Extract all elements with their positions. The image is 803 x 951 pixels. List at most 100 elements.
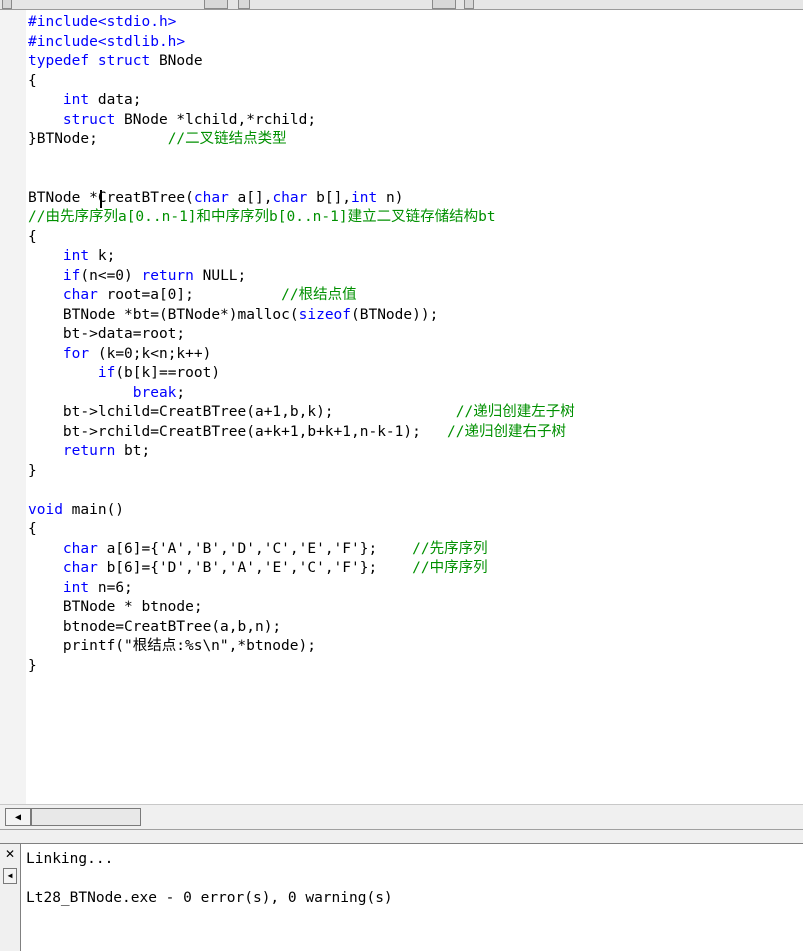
scroll-left-button[interactable]: ◀ [5,808,31,826]
code-line: btnode=CreatBTree(a,b,n); [28,618,575,638]
code-token: bt->data=root; [28,326,186,342]
code-token: } [28,462,37,479]
code-line: //由先序序列a[0..n-1]和中序序列b[0..n-1]建立二叉链存储结构b… [28,208,575,228]
close-icon[interactable]: ✕ [3,847,17,861]
code-line: int data; [28,91,575,111]
code-token: }BTNode; [28,131,168,147]
code-line: char root=a[0]; //根结点值 [28,286,575,306]
editor-gutter [0,10,26,804]
code-token: ; [176,384,186,401]
code-line: if(b[k]==root) [28,364,575,384]
code-line: { [28,72,575,92]
code-keyword: int [62,248,90,264]
code-line: return bt; [28,442,575,462]
code-line: }BTNode; //二叉链结点类型 [28,130,575,150]
build-output-text: Linking... Lt28_BTNode.exe - 0 error(s), … [26,850,393,909]
toolbar-button[interactable] [204,0,228,9]
code-keyword: for [62,345,90,362]
code-token: n=6; [89,579,133,596]
code-line: break; [28,384,575,404]
scrollbar-thumb[interactable] [31,808,141,826]
code-token: n) [377,189,404,206]
code-keyword: char [62,540,98,557]
code-line: if(n<=0) return NULL; [28,267,575,287]
code-line: bt->lchild=CreatBTree(a+1,b,k); //递归创建左子… [28,403,575,423]
code-line: for (k=0;k<n;k++) [28,345,575,365]
code-keyword: #include<stdlib.h> [28,33,186,50]
code-line: printf("根结点:%s\n",*btnode); [28,637,575,657]
code-keyword: int [351,189,378,206]
code-token: bt; [115,443,151,459]
code-text[interactable]: #include<stdio.h> #include<stdlib.h> typed… [28,13,575,676]
code-line: BTNode * btnode; [28,598,575,618]
code-token: BTNode * btnode; [28,599,203,615]
code-line: #include<stdio.h> [28,13,575,33]
code-line: } [28,462,575,482]
code-token: NULL; [193,267,247,284]
code-line: } [28,657,575,677]
code-line: BTNode *bt=(BTNode*)malloc(sizeof(BTNode… [28,306,575,326]
code-token: (k=0;k<n;k++) [89,345,212,362]
code-comment: //根结点值 [281,287,357,303]
code-line: struct BNode *lchild,*rchild; [28,111,575,131]
code-keyword: break [132,384,177,401]
code-line: typedef struct BNode [28,52,575,72]
code-editor[interactable]: #include<stdio.h> #include<stdlib.h> typed… [0,10,803,804]
code-line: char a[6]={'A','B','D','C','E','F'}; //先… [28,540,575,560]
code-token: data; [89,92,142,108]
code-token: (n<=0) [80,267,142,284]
code-token: a[6]={'A','B','D','C','E','F'}; [97,540,413,557]
code-keyword: if [62,267,81,284]
output-scroll-button[interactable]: ◀ [3,868,17,884]
code-keyword: return [62,443,116,459]
code-keyword: char [193,189,229,206]
code-line: void main() [28,501,575,521]
text-cursor [100,190,102,208]
code-token: (b[k]==root) [115,365,221,381]
code-token: { [28,228,37,245]
code-token: BNode *lchild,*rchild; [115,111,317,128]
code-line: char b[6]={'D','B','A','E','C','F'}; //中… [28,559,575,579]
code-keyword: char [272,189,308,206]
code-token: BNode [150,53,203,69]
code-keyword: int [62,579,90,596]
code-keyword: struct [62,111,116,128]
top-toolbar-strip [0,0,803,10]
arrow-left-icon: ◀ [14,811,22,823]
code-token: bt->rchild=CreatBTree(a+k+1,b+k+1,n-k-1)… [28,423,448,440]
code-keyword: char [62,287,98,303]
code-comment: //递归创建左子树 [455,404,575,420]
toolbar-button[interactable] [464,0,474,9]
toolbar-button[interactable] [432,0,456,9]
output-line: Linking... [26,851,114,867]
toolbar-button[interactable] [238,0,250,9]
pane-splitter[interactable] [0,829,803,844]
toolbar-button[interactable] [2,0,12,9]
code-token: bt->lchild=CreatBTree(a+1,b,k); [28,404,456,420]
horizontal-scrollbar[interactable]: ◀ [0,804,803,829]
code-keyword: int [62,92,90,108]
code-line: bt->rchild=CreatBTree(a+k+1,b+k+1,n-k-1)… [28,423,575,443]
code-keyword: char [62,560,98,576]
code-keyword: if [97,365,116,381]
code-keyword: void [28,501,63,518]
output-panel: ✕ ◀ Linking... Lt28_BTNode.exe - 0 error(… [0,843,803,951]
code-keyword: sizeof [298,306,352,323]
code-line: int n=6; [28,579,575,599]
code-line: { [28,228,575,248]
code-comment: //由先序序列a[0..n-1]和中序序列b[0..n-1]建立二叉链存储结构b… [28,209,496,225]
code-keyword: typedef struct [28,53,151,69]
code-line: BTNode *CreatBTree(char a[],char b[],int… [28,189,575,209]
code-comment: //中序序列 [412,560,488,576]
